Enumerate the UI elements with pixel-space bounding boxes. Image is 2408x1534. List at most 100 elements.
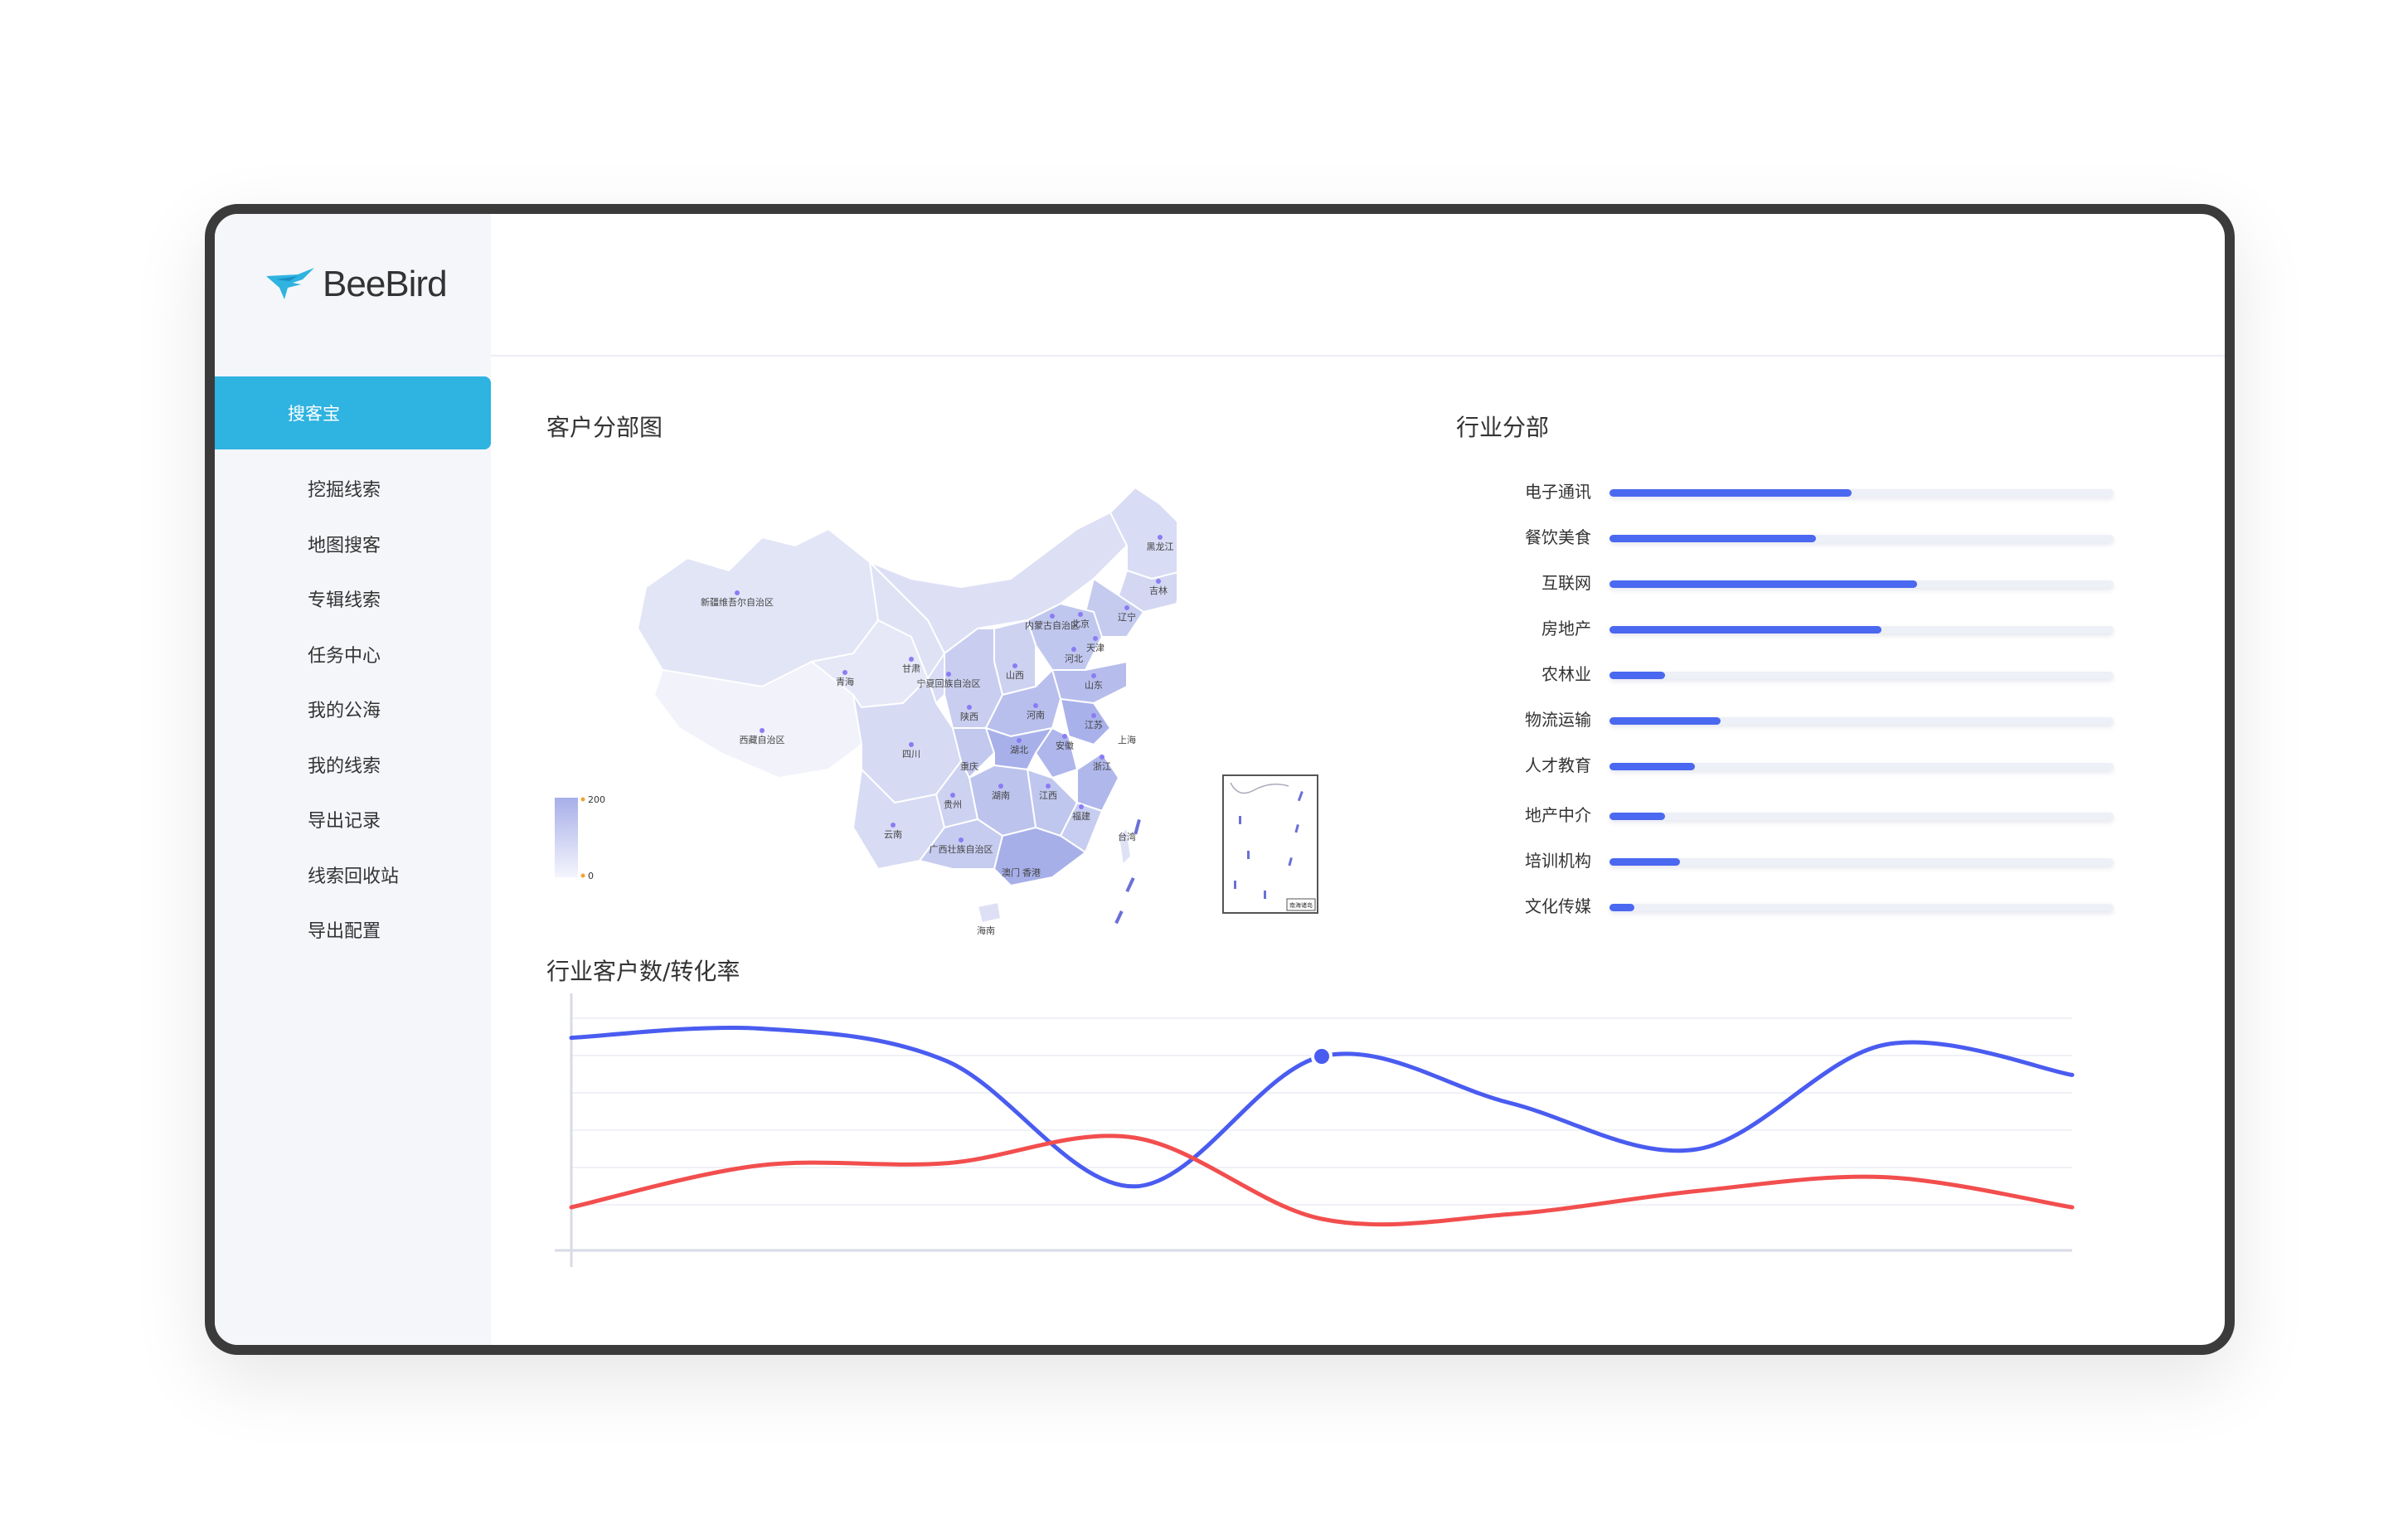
- label-yunnan: 云南: [884, 829, 902, 840]
- highlight-point: [1311, 1046, 1333, 1067]
- industry-row: 农林业: [1459, 662, 2122, 687]
- sidebar-item-daochu[interactable]: 导出记录: [215, 792, 491, 847]
- sidebar-item-label: 我的线索: [308, 755, 381, 777]
- sidebar-item-label: 任务中心: [308, 645, 381, 667]
- marker-gansu: [909, 657, 914, 662]
- industry-bar-fill: [1609, 535, 1817, 542]
- label-guangxi: 广西壮族自治区: [930, 843, 993, 855]
- marker-qinghai: [842, 670, 847, 675]
- logo: BeeBird: [265, 264, 448, 305]
- label-shanghai: 上海: [1118, 734, 1136, 745]
- sidebar-item-label: 导出配置: [308, 921, 381, 943]
- label-shaanxi: 陕西: [960, 711, 978, 722]
- marker-jiangsu: [1091, 713, 1096, 718]
- sidebar-item-gonghai[interactable]: 我的公海: [215, 682, 491, 737]
- marker-tianjin: [1093, 636, 1098, 641]
- label-henan: 河南: [1027, 710, 1045, 721]
- label-xizang: 西藏自治区: [740, 734, 785, 745]
- legend-min: 0: [588, 871, 594, 881]
- label-chongqing: 重庆: [960, 760, 978, 772]
- label-sichuan: 四川: [902, 749, 920, 760]
- island-mark: [1234, 881, 1236, 889]
- industry-bar-track: [1609, 858, 2114, 866]
- label-zhejiang: 浙江: [1093, 761, 1111, 772]
- industry-bar-fill: [1609, 580, 1917, 588]
- industry-row: 文化传媒: [1459, 894, 2122, 919]
- device-frame: BeeBird 搜客宝 挖掘线索 地图搜客 专辑线索 任务中心 我的公海 我的线…: [205, 204, 2235, 1355]
- label-gansu: 甘肃: [902, 663, 920, 674]
- sidebar-item-label: 搜客宝: [288, 404, 340, 424]
- marker-fujian: [1079, 804, 1084, 809]
- sidebar-item-label: 挖掘线索: [308, 480, 381, 502]
- map-legend: 200 0: [555, 794, 605, 881]
- industry-bar-fill: [1609, 763, 1696, 770]
- sidebar-item-ditu[interactable]: 地图搜客: [215, 517, 491, 572]
- series-line-1: [569, 1134, 2075, 1227]
- industry-title: 行业分部: [1456, 414, 1550, 441]
- sidebar-nav: 挖掘线索 地图搜客 专辑线索 任务中心 我的公海 我的线索 导出记录 线索回收站…: [215, 461, 491, 958]
- marker-guizhou: [950, 793, 955, 798]
- sidebar-item-renwu[interactable]: 任务中心: [215, 627, 491, 682]
- label-hebei: 河北: [1065, 653, 1083, 664]
- marker-jiangxi: [1046, 784, 1051, 789]
- chart-title: 行业客户数/转化率: [546, 958, 740, 985]
- industry-bar-track: [1609, 904, 2114, 911]
- sidebar-item-label: 线索回收站: [308, 866, 400, 887]
- island-mark: [1239, 816, 1241, 824]
- logo-text: BeeBird: [323, 264, 448, 304]
- marker-beijing: [1078, 612, 1083, 617]
- marker-hubei: [1017, 738, 1022, 743]
- industry-row: 地产中介: [1459, 803, 2122, 828]
- china-map: 黑龙江 吉林 辽宁 内蒙古自治区 北京 天津 河北 新疆维吾尔自治区 甘肃 青海…: [636, 486, 1177, 936]
- label-anhui: 安徽: [1056, 740, 1074, 751]
- industry-label: 物流运输: [1525, 710, 1591, 730]
- sidebar-item-xiansuo[interactable]: 我的线索: [215, 737, 491, 793]
- marker-zhejiang: [1100, 755, 1104, 760]
- label-guizhou: 贵州: [944, 799, 962, 810]
- industry-bar-track: [1609, 489, 2114, 497]
- label-liaoning: 辽宁: [1118, 611, 1136, 623]
- marker-hunan: [998, 784, 1003, 789]
- marker-shandong: [1091, 673, 1096, 678]
- industry-bar-track: [1609, 717, 2114, 725]
- label-ningxia: 宁夏回族自治区: [917, 677, 981, 689]
- industry-bar-track: [1609, 813, 2114, 820]
- label-jiangxi: 江西: [1039, 790, 1057, 801]
- marker-shanxi: [1012, 663, 1017, 668]
- marker-jilin: [1156, 579, 1161, 584]
- label-hunan: 湖南: [992, 790, 1010, 801]
- island-mark: [1264, 891, 1266, 899]
- sidebar-item-wajue[interactable]: 挖掘线索: [215, 461, 491, 517]
- label-hainan: 海南: [977, 925, 995, 936]
- marker-xizang: [760, 728, 765, 733]
- inset-border: [1222, 774, 1318, 914]
- label-xinjiang: 新疆维吾尔自治区: [701, 596, 774, 608]
- region-heilongjiang: [1109, 486, 1177, 580]
- south-china-sea-inset: 南海诸岛: [1222, 774, 1318, 914]
- sidebar-item-huishou[interactable]: 线索回收站: [215, 847, 491, 903]
- marker-sichuan: [909, 742, 914, 747]
- industry-label: 人才教育: [1525, 755, 1591, 775]
- industry-bar-track: [1609, 626, 2114, 634]
- marker-anhui: [1062, 734, 1067, 739]
- industry-label: 房地产: [1541, 619, 1591, 638]
- industry-row: 物流运输: [1459, 707, 2122, 732]
- island-mark: [1247, 851, 1250, 859]
- sidebar-item-soukebao[interactable]: 搜客宝: [215, 376, 491, 449]
- label-taiwan: 台湾: [1118, 831, 1136, 842]
- island-mark: [1125, 877, 1135, 893]
- industry-row: 房地产: [1459, 616, 2122, 641]
- industry-bar-fill: [1609, 672, 1665, 679]
- sidebar-item-peizhi[interactable]: 导出配置: [215, 902, 491, 958]
- industry-row: 电子通讯: [1459, 479, 2122, 504]
- marker-neimenggu: [1050, 614, 1055, 619]
- industry-label: 餐饮美食: [1525, 527, 1591, 547]
- label-heilongjiang: 黑龙江: [1147, 541, 1174, 552]
- marker-yunnan: [891, 823, 896, 828]
- industry-label: 互联网: [1541, 573, 1591, 593]
- label-xianggang: 香港: [1022, 867, 1041, 878]
- industry-bar-fill: [1609, 489, 1852, 497]
- sidebar-item-zhuanji[interactable]: 专辑线索: [215, 571, 491, 627]
- marker-guangxi: [959, 837, 964, 842]
- label-qinghai: 青海: [836, 676, 854, 687]
